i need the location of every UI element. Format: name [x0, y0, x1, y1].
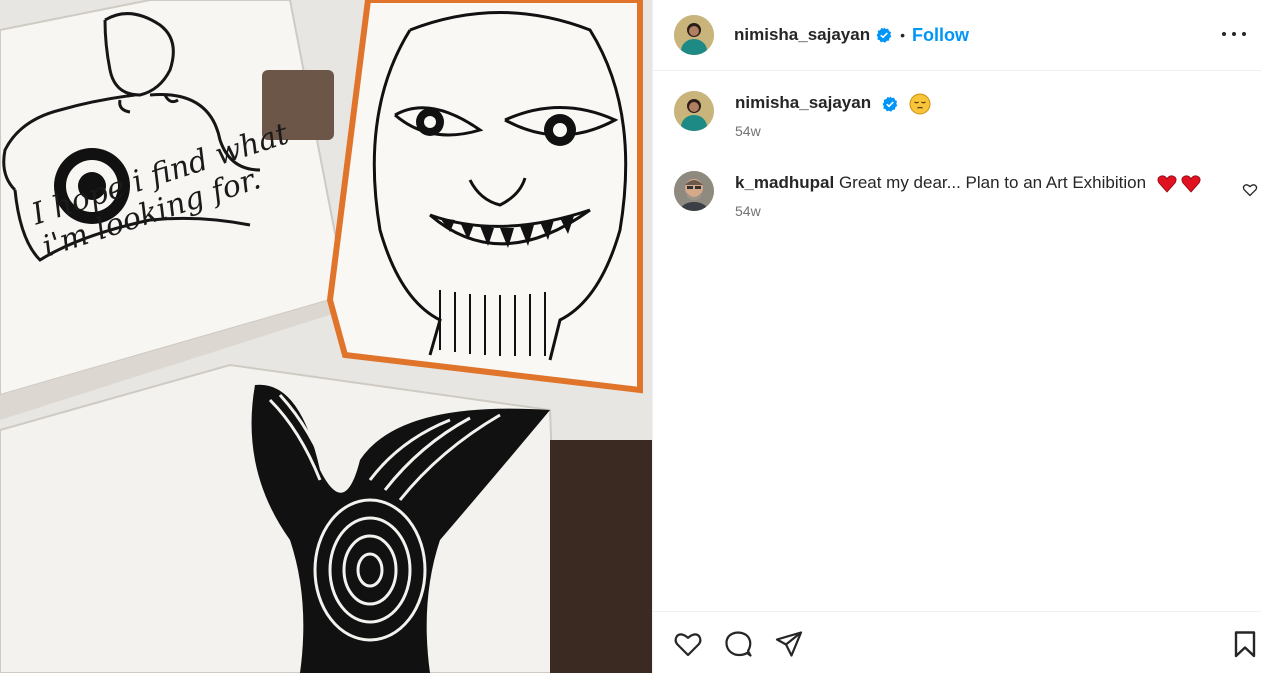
bookmark-icon[interactable] [1230, 629, 1260, 659]
two-red-hearts-icon [1157, 174, 1201, 193]
caption-time[interactable]: 54w [735, 123, 931, 139]
avatar-photo-icon [674, 91, 714, 131]
comment-text: Great my dear... Plan to an Art Exhibiti… [838, 173, 1147, 192]
caption-username[interactable]: nimisha_sajayan [735, 93, 871, 112]
comment-icon[interactable] [723, 629, 753, 659]
more-options-icon[interactable] [1222, 22, 1246, 46]
comment-item: k_madhupal Great my dear... Plan to an A… [674, 171, 1201, 219]
small-heart-icon[interactable] [1242, 182, 1258, 198]
verified-badge-icon [882, 96, 898, 112]
caption-line: nimisha_sajayan [735, 91, 931, 115]
commenter-avatar[interactable] [674, 171, 714, 211]
caption-avatar[interactable] [674, 91, 714, 131]
avatar-photo-icon [674, 171, 714, 211]
comments-list: nimisha_sajayan 54w k_madhupal Great my … [653, 71, 1261, 611]
artwork-photo [0, 0, 652, 673]
comment-username[interactable]: k_madhupal [735, 173, 834, 192]
post-details-panel: nimisha_sajayan • Follow nimisha_sajayan… [652, 0, 1261, 673]
share-icon[interactable] [774, 629, 804, 659]
post-image[interactable]: I hope i find what i'm looking for. [0, 0, 652, 673]
avatar-photo-icon [674, 15, 714, 55]
follow-button[interactable]: Follow [912, 25, 969, 46]
post-header: nimisha_sajayan • Follow [653, 0, 1261, 71]
comment-time[interactable]: 54w [735, 203, 1201, 219]
comment-line: k_madhupal Great my dear... Plan to an A… [735, 171, 1201, 195]
pensive-face-icon [909, 93, 931, 115]
caption-item: nimisha_sajayan 54w [674, 91, 931, 139]
action-bar [653, 611, 1261, 673]
author-avatar[interactable] [674, 15, 714, 55]
separator-dot: • [900, 27, 905, 43]
author-username[interactable]: nimisha_sajayan [734, 25, 870, 45]
heart-icon[interactable] [673, 629, 703, 659]
verified-badge-icon [876, 27, 892, 43]
